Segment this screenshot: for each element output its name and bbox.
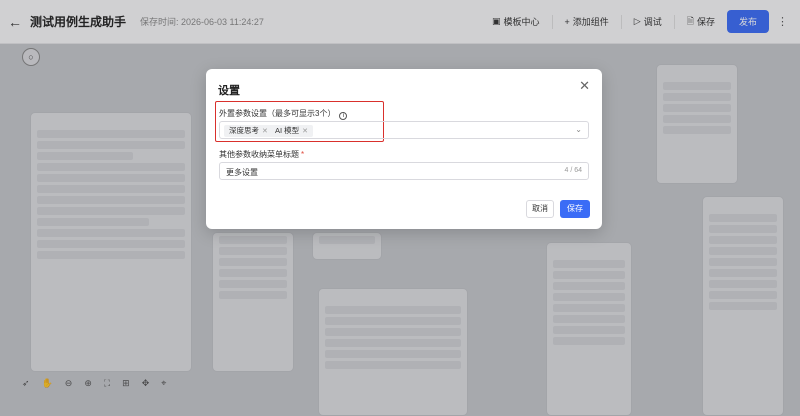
dialog-title: 设置: [218, 85, 240, 97]
info-icon[interactable]: i: [339, 112, 348, 120]
other-params-label: 其他参数收纳菜单标题 *: [219, 150, 305, 159]
param-tag[interactable]: 深度思考 ✕: [224, 125, 273, 137]
chevron-down-icon[interactable]: ⌄: [575, 125, 582, 134]
save-button[interactable]: 保存: [560, 200, 590, 218]
menu-title-input[interactable]: 更多设置 4 / 64: [219, 162, 589, 180]
external-params-select[interactable]: 深度思考 ✕ AI 模型 ✕ ⌄: [219, 121, 589, 139]
cancel-button[interactable]: 取消: [526, 200, 554, 218]
close-icon[interactable]: ✕: [579, 78, 590, 94]
required-marker: *: [301, 150, 305, 159]
char-counter: 4 / 64: [564, 167, 582, 174]
param-tag[interactable]: AI 模型 ✕: [270, 125, 314, 137]
tag-close-icon[interactable]: ✕: [302, 128, 308, 135]
settings-dialog: 设置 ✕ 外置参数设置（最多可显示3个） i 深度思考 ✕ AI 模型 ✕ ⌄ 其他参…: [206, 69, 602, 229]
external-params-label: 外置参数设置（最多可显示3个） i: [219, 108, 348, 120]
tag-close-icon[interactable]: ✕: [262, 128, 268, 135]
